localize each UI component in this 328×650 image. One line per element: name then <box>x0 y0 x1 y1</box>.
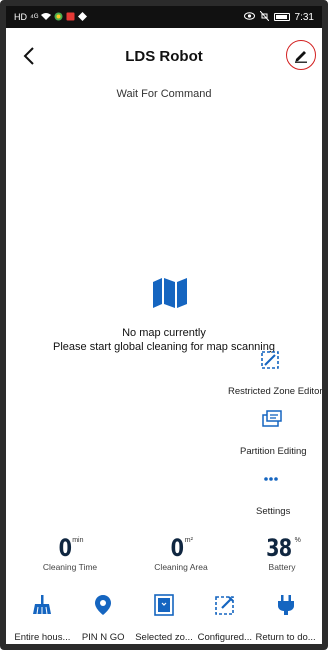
entire-house-button[interactable]: Entire hous... <box>12 586 73 644</box>
cleaning-area-unit: m² <box>184 537 193 544</box>
settings-label: Settings <box>256 506 291 517</box>
cleaning-area-label: Cleaning Area <box>154 562 208 572</box>
partition-label: Partition Editing <box>240 446 307 457</box>
battery-value: 38 <box>266 534 292 562</box>
selected-zone-icon <box>154 594 174 616</box>
hd-icon: HD <box>14 11 27 22</box>
app-header: LDS Robot <box>6 36 322 76</box>
plug-icon <box>277 595 294 615</box>
no-map-message: No map currently <box>122 327 206 339</box>
cleaning-time-label: Cleaning Time <box>42 562 98 572</box>
mute-icon <box>259 10 269 24</box>
wifi-icon <box>41 12 52 22</box>
broom-icon <box>33 595 52 615</box>
status-left: HD ⁴ᴳ <box>14 11 88 23</box>
configured-button[interactable]: Configured... <box>194 586 255 644</box>
status-bar: HD ⁴ᴳ 7:31 <box>6 6 322 28</box>
selected-zone-button[interactable]: Selected zo... <box>134 586 195 644</box>
restricted-zone-icon <box>261 351 279 369</box>
restricted-zone-label: Restricted Zone Editor <box>228 386 323 397</box>
battery-unit: % <box>294 537 301 544</box>
cleaning-area-value: 0 <box>170 534 184 562</box>
signal-icon: ⁴ᴳ <box>30 11 39 22</box>
return-to-dock-label: Return to do... <box>255 632 316 643</box>
configured-label: Configured... <box>197 632 252 643</box>
battery-stat: 38% Battery <box>232 534 322 572</box>
page-title: LDS Robot <box>125 48 203 65</box>
edit-button[interactable] <box>286 40 316 70</box>
battery-icon <box>273 13 290 21</box>
app-notification-icon <box>54 12 63 23</box>
cleaning-time-value: 0 <box>58 534 71 562</box>
bottom-mode-bar: Entire hous... PIN N GO Selected zo... C… <box>12 586 316 644</box>
selected-zone-label: Selected zo... <box>135 632 193 643</box>
sync-icon <box>78 11 88 23</box>
phone-frame: HD ⁴ᴳ 7:31 LDS Robot Wait For Command No… <box>0 0 328 650</box>
cleaning-time-stat: 0 min Cleaning Time <box>20 534 120 572</box>
more-dots-icon <box>264 477 278 481</box>
configured-zone-icon <box>214 596 234 615</box>
entire-house-label: Entire hous... <box>14 632 71 643</box>
return-to-dock-button[interactable]: Return to do... <box>255 586 316 644</box>
partition-icon <box>262 410 282 427</box>
clock: 7:31 <box>294 11 314 23</box>
map-icon <box>153 278 187 308</box>
status-right: 7:31 <box>243 10 314 24</box>
pin-n-go-label: PIN N GO <box>81 632 125 643</box>
battery-label: Battery <box>268 562 296 572</box>
location-pin-icon <box>95 595 112 615</box>
cleaning-time-unit: min <box>72 537 84 544</box>
pencil-icon <box>295 51 307 63</box>
cleaning-area-stat: 0 m² Cleaning Area <box>131 534 231 572</box>
message-icon <box>66 12 75 23</box>
eye-icon <box>243 11 255 23</box>
pin-n-go-button[interactable]: PIN N GO <box>73 586 134 644</box>
robot-status: Wait For Command <box>116 88 212 100</box>
